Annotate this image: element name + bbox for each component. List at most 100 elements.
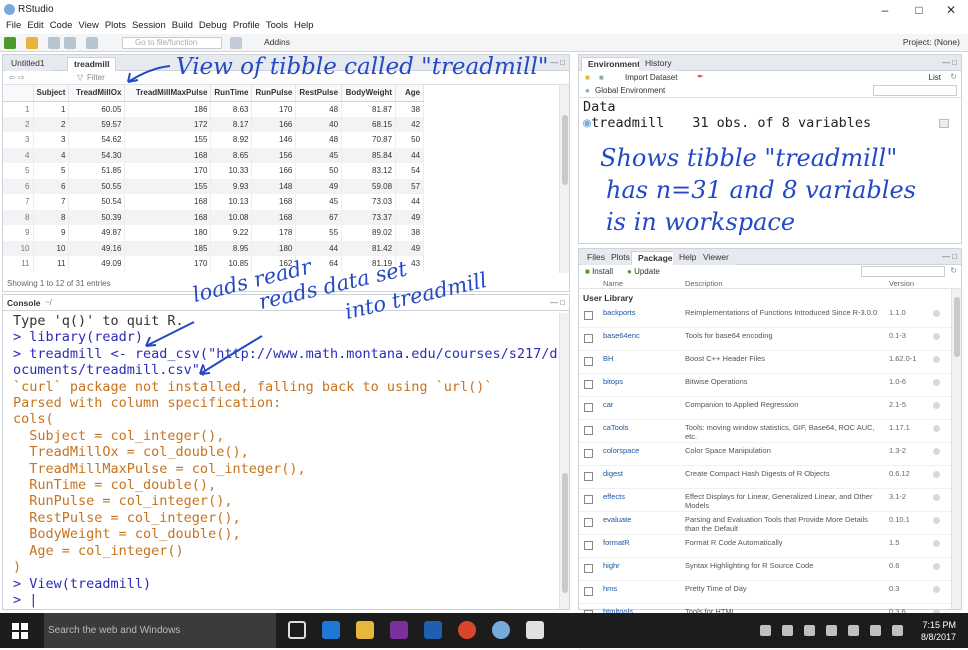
save-all-icon[interactable] bbox=[64, 37, 76, 49]
scroll-thumb[interactable] bbox=[562, 115, 568, 185]
column-header[interactable]: BodyWeight bbox=[341, 85, 397, 102]
view-table-icon[interactable] bbox=[939, 119, 949, 128]
remove-package-icon[interactable] bbox=[933, 333, 940, 340]
env-maximize-icon[interactable]: — □ bbox=[942, 58, 957, 67]
package-checkbox[interactable] bbox=[584, 357, 593, 366]
outlook-icon[interactable] bbox=[424, 621, 442, 639]
column-header[interactable]: RestPulse bbox=[295, 85, 343, 102]
minimize-button[interactable]: – bbox=[870, 2, 900, 18]
remove-package-icon[interactable] bbox=[933, 310, 940, 317]
menu-edit[interactable]: Edit bbox=[27, 20, 43, 31]
packages-search-input[interactable] bbox=[861, 266, 945, 277]
scope-selector[interactable]: Global Environment bbox=[595, 86, 665, 95]
print-icon[interactable] bbox=[86, 37, 98, 49]
import-dataset-button[interactable]: Import Dataset bbox=[625, 73, 677, 82]
rstudio-taskbar-icon[interactable] bbox=[492, 621, 510, 639]
package-checkbox[interactable] bbox=[584, 449, 593, 458]
object-name[interactable]: treadmill bbox=[591, 115, 664, 131]
console-scroll-thumb[interactable] bbox=[562, 473, 568, 593]
menu-session[interactable]: Session bbox=[132, 20, 166, 31]
remove-package-icon[interactable] bbox=[933, 540, 940, 547]
save-workspace-icon[interactable]: ■ bbox=[599, 73, 604, 82]
list-mode-button[interactable]: List bbox=[929, 73, 941, 82]
package-checkbox[interactable] bbox=[584, 426, 593, 435]
chrome-icon[interactable] bbox=[458, 621, 476, 639]
remove-package-icon[interactable] bbox=[933, 402, 940, 409]
maximize-button[interactable]: □ bbox=[904, 2, 934, 18]
package-name[interactable]: formatR bbox=[603, 538, 630, 547]
edge-icon[interactable] bbox=[322, 621, 340, 639]
package-name[interactable]: BH bbox=[603, 354, 613, 363]
remove-package-icon[interactable] bbox=[933, 448, 940, 455]
broom-icon[interactable]: ✒ bbox=[697, 72, 704, 81]
open-project-icon[interactable] bbox=[26, 37, 38, 49]
package-checkbox[interactable] bbox=[584, 518, 593, 527]
menu-view[interactable]: View bbox=[78, 20, 98, 31]
menu-plots[interactable]: Plots bbox=[105, 20, 126, 31]
tab-environment[interactable]: Environment bbox=[581, 57, 647, 71]
file-explorer-icon[interactable] bbox=[356, 621, 374, 639]
update-button[interactable]: ● Update bbox=[627, 267, 660, 276]
addins-menu[interactable]: Addins bbox=[264, 37, 290, 47]
package-checkbox[interactable] bbox=[584, 334, 593, 343]
package-name[interactable]: highr bbox=[603, 561, 620, 570]
package-name[interactable]: backports bbox=[603, 308, 636, 317]
package-name[interactable]: hms bbox=[603, 584, 617, 593]
package-checkbox[interactable] bbox=[584, 495, 593, 504]
menu-help[interactable]: Help bbox=[294, 20, 314, 31]
package-name[interactable]: bitops bbox=[603, 377, 623, 386]
remove-package-icon[interactable] bbox=[933, 494, 940, 501]
battery-icon[interactable] bbox=[848, 625, 859, 636]
remove-package-icon[interactable] bbox=[933, 356, 940, 363]
pkg-scroll-thumb[interactable] bbox=[954, 297, 960, 357]
menu-profile[interactable]: Profile bbox=[233, 20, 260, 31]
windows-start-icon[interactable] bbox=[12, 623, 28, 639]
column-header[interactable] bbox=[3, 85, 34, 102]
tab-history[interactable]: History bbox=[639, 57, 678, 71]
remove-package-icon[interactable] bbox=[933, 379, 940, 386]
package-name[interactable]: base64enc bbox=[603, 331, 640, 340]
keyboard-icon[interactable] bbox=[892, 625, 903, 636]
menu-build[interactable]: Build bbox=[172, 20, 193, 31]
env-object-row[interactable]: ◉treadmill 31 obs. of 8 variables bbox=[583, 115, 871, 131]
menu-code[interactable]: Code bbox=[50, 20, 73, 31]
grid-icon[interactable] bbox=[230, 37, 242, 49]
dropbox-icon[interactable] bbox=[782, 625, 793, 636]
filter-button[interactable]: Filter bbox=[87, 73, 105, 82]
column-header[interactable]: RunPulse bbox=[251, 85, 297, 102]
pkg-refresh-icon[interactable]: ↻ bbox=[950, 266, 957, 275]
pkg-maximize-icon[interactable]: — □ bbox=[942, 252, 957, 261]
clock[interactable]: 7:15 PM 8/8/2017 bbox=[921, 619, 956, 643]
console-output[interactable]: Type 'q()' to quit R. > library(readr) > t… bbox=[3, 313, 558, 609]
notifications-icon[interactable] bbox=[870, 625, 881, 636]
package-name[interactable]: effects bbox=[603, 492, 625, 501]
onedrive-icon[interactable] bbox=[804, 625, 815, 636]
console-tab[interactable]: Console bbox=[7, 298, 41, 308]
console-scrollbar[interactable] bbox=[559, 313, 569, 609]
taskbar-search-input[interactable]: Search the web and Windows bbox=[44, 613, 276, 648]
menu-tools[interactable]: Tools bbox=[266, 20, 288, 31]
pane-maximize-icon[interactable]: — □ bbox=[550, 58, 565, 67]
column-header[interactable]: Subject bbox=[33, 85, 70, 102]
refresh-icon[interactable]: ↻ bbox=[950, 72, 957, 81]
package-name[interactable]: caTools bbox=[603, 423, 628, 432]
wifi-icon[interactable] bbox=[826, 625, 837, 636]
remove-package-icon[interactable] bbox=[933, 517, 940, 524]
tray-up-icon[interactable] bbox=[760, 625, 771, 636]
package-name[interactable]: car bbox=[603, 400, 613, 409]
package-checkbox[interactable] bbox=[584, 380, 593, 389]
package-checkbox[interactable] bbox=[584, 472, 593, 481]
column-header[interactable]: Age bbox=[395, 85, 425, 102]
acrobat-icon[interactable] bbox=[526, 621, 544, 639]
package-checkbox[interactable] bbox=[584, 541, 593, 550]
load-workspace-icon[interactable]: ■ bbox=[585, 73, 590, 82]
remove-package-icon[interactable] bbox=[933, 586, 940, 593]
goto-file-input[interactable]: Go to file/function bbox=[122, 37, 222, 49]
data-scrollbar[interactable] bbox=[559, 85, 569, 273]
onenote-icon[interactable] bbox=[390, 621, 408, 639]
tab-viewer[interactable]: Viewer bbox=[697, 251, 735, 265]
install-button[interactable]: ■ Install bbox=[585, 267, 613, 276]
package-checkbox[interactable] bbox=[584, 587, 593, 596]
task-view-icon[interactable] bbox=[288, 621, 306, 639]
package-checkbox[interactable] bbox=[584, 564, 593, 573]
